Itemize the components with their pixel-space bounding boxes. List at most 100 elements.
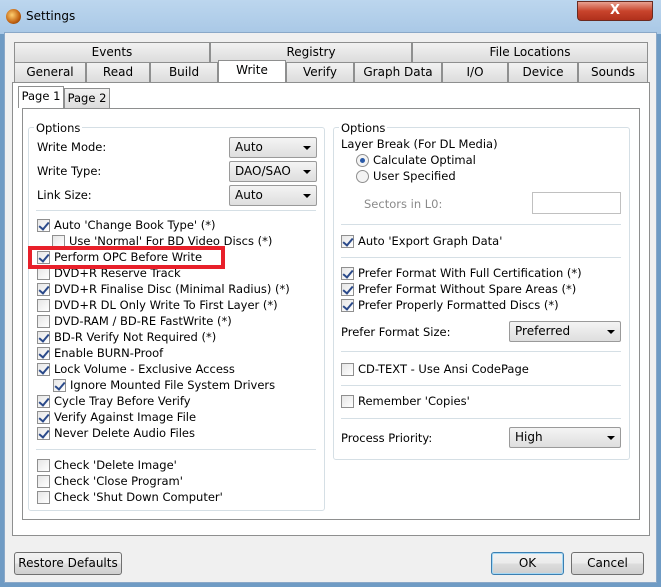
left-option-checkbox[interactable]: Lock Volume - Exclusive Access bbox=[37, 362, 235, 376]
checkbox-label: Ignore Mounted File System Drivers bbox=[70, 378, 276, 392]
cd-text-checkbox[interactable]: CD-TEXT - Use Ansi CodePage bbox=[341, 362, 529, 376]
separator bbox=[341, 224, 621, 225]
tab-io[interactable]: I/O bbox=[442, 62, 508, 82]
sectors-input[interactable] bbox=[532, 192, 621, 214]
left-option-checkbox[interactable]: Check 'Delete Image' bbox=[37, 458, 177, 472]
subtab-page2[interactable]: Page 2 bbox=[64, 88, 110, 108]
chevron-down-icon bbox=[303, 146, 311, 150]
tab-general[interactable]: General bbox=[14, 62, 86, 82]
checkbox-label: Prefer Format With Full Certification (*… bbox=[358, 266, 582, 280]
checkbox-label: Enable BURN-Proof bbox=[54, 346, 164, 360]
checkbox[interactable] bbox=[341, 234, 354, 248]
priority-label: Process Priority: bbox=[341, 431, 433, 445]
app-icon bbox=[6, 9, 21, 24]
priority-value: High bbox=[515, 430, 543, 444]
checkbox[interactable] bbox=[37, 218, 50, 232]
format-size-value: Preferred bbox=[515, 324, 571, 338]
chevron-down-icon bbox=[303, 194, 311, 198]
radio-user-specified[interactable]: User Specified bbox=[356, 169, 456, 183]
layer-break-label: Layer Break (For DL Media) bbox=[341, 137, 498, 151]
separator bbox=[36, 449, 316, 450]
radio-button[interactable] bbox=[356, 153, 369, 167]
tab-write[interactable]: Write bbox=[218, 60, 286, 82]
checkbox[interactable] bbox=[53, 378, 66, 392]
radio-label: Calculate Optimal bbox=[373, 153, 476, 167]
checkbox[interactable] bbox=[37, 282, 50, 296]
checkbox-label: DVD+R DL Only Write To First Layer (*) bbox=[54, 298, 278, 312]
checkbox[interactable] bbox=[37, 330, 50, 344]
checkbox-label: Never Delete Audio Files bbox=[54, 426, 195, 440]
checkbox-label: CD-TEXT - Use Ansi CodePage bbox=[358, 362, 529, 376]
subtab-page1[interactable]: Page 1 bbox=[18, 86, 64, 108]
left-option-checkbox[interactable]: DVD+R DL Only Write To First Layer (*) bbox=[37, 298, 278, 312]
checkbox[interactable] bbox=[37, 362, 50, 376]
prefer-full-cert-checkbox[interactable]: Prefer Format With Full Certification (*… bbox=[341, 266, 582, 280]
tab-registry[interactable]: Registry bbox=[210, 42, 412, 62]
checkbox[interactable] bbox=[341, 362, 354, 376]
close-button[interactable]: X bbox=[577, 1, 653, 21]
left-option-checkbox[interactable]: Never Delete Audio Files bbox=[37, 426, 195, 440]
checkbox-label: Check 'Delete Image' bbox=[54, 458, 177, 472]
checkbox[interactable] bbox=[37, 314, 50, 328]
link-size-value: Auto bbox=[235, 188, 263, 202]
checkbox[interactable] bbox=[37, 298, 50, 312]
left-option-checkbox[interactable]: Auto 'Change Book Type' (*) bbox=[37, 218, 215, 232]
checkbox[interactable] bbox=[37, 490, 50, 504]
tab-device[interactable]: Device bbox=[508, 62, 578, 82]
checkbox-label: Remember 'Copies' bbox=[358, 394, 470, 408]
write-mode-label: Write Mode: bbox=[37, 140, 107, 154]
left-option-checkbox[interactable]: DVD-RAM / BD-RE FastWrite (*) bbox=[37, 314, 232, 328]
checkbox[interactable] bbox=[37, 474, 50, 488]
left-option-checkbox[interactable]: Check 'Shut Down Computer' bbox=[37, 490, 223, 504]
remember-copies-checkbox[interactable]: Remember 'Copies' bbox=[341, 394, 470, 408]
checkbox-label: DVD-RAM / BD-RE FastWrite (*) bbox=[54, 314, 232, 328]
format-size-select[interactable]: Preferred bbox=[509, 321, 621, 342]
radio-calculate-optimal[interactable]: Calculate Optimal bbox=[356, 153, 476, 167]
prefer-no-spare-checkbox[interactable]: Prefer Format Without Spare Areas (*) bbox=[341, 282, 576, 296]
checkbox[interactable] bbox=[37, 458, 50, 472]
checkbox[interactable] bbox=[37, 394, 50, 408]
left-option-checkbox[interactable]: Cycle Tray Before Verify bbox=[37, 394, 191, 408]
priority-select[interactable]: High bbox=[509, 427, 621, 448]
title-bar bbox=[0, 0, 661, 34]
tab-read[interactable]: Read bbox=[86, 62, 150, 82]
ok-button[interactable]: OK bbox=[491, 552, 564, 575]
checkbox[interactable] bbox=[341, 266, 354, 280]
tab-events[interactable]: Events bbox=[14, 42, 210, 62]
checkbox[interactable] bbox=[37, 346, 50, 360]
prefer-formatted-checkbox[interactable]: Prefer Properly Formatted Discs (*) bbox=[341, 298, 559, 312]
checkbox-label: Prefer Properly Formatted Discs (*) bbox=[358, 298, 559, 312]
link-size-select[interactable]: Auto bbox=[229, 185, 317, 206]
left-option-checkbox[interactable]: DVD+R Finalise Disc (Minimal Radius) (*) bbox=[37, 282, 290, 296]
radio-button[interactable] bbox=[356, 169, 369, 183]
tab-verify[interactable]: Verify bbox=[286, 62, 354, 82]
write-type-value: DAO/SAO bbox=[235, 164, 291, 178]
tab-build[interactable]: Build bbox=[150, 62, 218, 82]
separator bbox=[341, 257, 621, 258]
restore-defaults-button[interactable]: Restore Defaults bbox=[14, 552, 122, 575]
left-option-checkbox[interactable]: Enable BURN-Proof bbox=[37, 346, 163, 360]
left-option-checkbox[interactable]: Verify Against Image File bbox=[37, 410, 196, 424]
checkbox-label: Cycle Tray Before Verify bbox=[54, 394, 191, 408]
checkbox-label: Auto 'Change Book Type' (*) bbox=[54, 218, 216, 232]
tab-file-locations[interactable]: File Locations bbox=[412, 42, 648, 62]
tab-graph-data[interactable]: Graph Data bbox=[354, 62, 442, 82]
checkbox[interactable] bbox=[37, 426, 50, 440]
checkbox[interactable] bbox=[37, 410, 50, 424]
separator bbox=[341, 351, 621, 352]
left-option-checkbox[interactable]: BD-R Verify Not Required (*) bbox=[37, 330, 216, 344]
checkbox[interactable] bbox=[341, 282, 354, 296]
window-title: Settings bbox=[26, 9, 76, 23]
right-options-title: Options bbox=[339, 121, 388, 135]
checkbox[interactable] bbox=[341, 394, 354, 408]
tab-sounds[interactable]: Sounds bbox=[578, 62, 648, 82]
left-option-checkbox[interactable]: Check 'Close Program' bbox=[37, 474, 183, 488]
cancel-button[interactable]: Cancel bbox=[571, 552, 644, 575]
write-mode-select[interactable]: Auto bbox=[229, 137, 317, 158]
write-type-select[interactable]: DAO/SAO bbox=[229, 161, 317, 182]
checkbox[interactable] bbox=[341, 298, 354, 312]
checkbox-label: BD-R Verify Not Required (*) bbox=[54, 330, 217, 344]
auto-export-checkbox[interactable]: Auto 'Export Graph Data' bbox=[341, 234, 502, 248]
chevron-down-icon bbox=[607, 330, 615, 334]
left-option-checkbox[interactable]: Ignore Mounted File System Drivers bbox=[53, 378, 275, 392]
